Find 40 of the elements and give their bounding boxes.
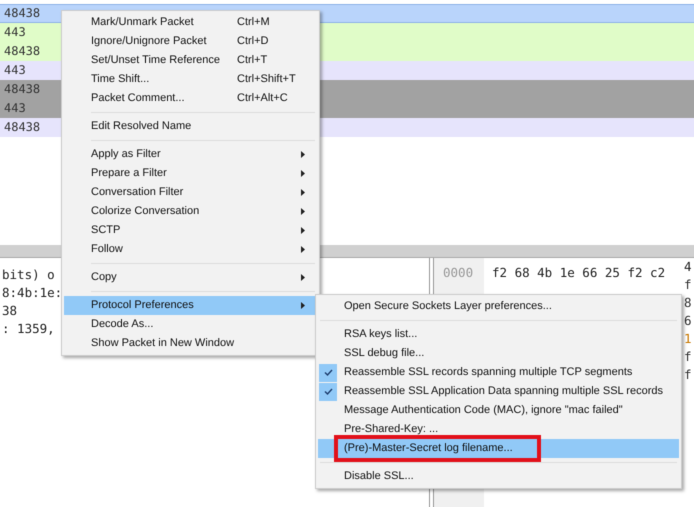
menu-item[interactable]: SSL debug file... [318, 344, 679, 363]
submenu-arrow-icon [301, 302, 305, 309]
menu-item[interactable]: Protocol Preferences [64, 296, 317, 315]
submenu-arrow-icon [301, 208, 305, 215]
menu-item[interactable]: Disable SSL... [318, 467, 679, 486]
menu-item[interactable]: Follow [64, 240, 317, 259]
detail-line: 8:4b:1e: [2, 285, 62, 300]
detail-line: 38 [2, 303, 18, 318]
submenu-arrow-icon [301, 274, 305, 281]
menu-item[interactable]: Conversation Filter [64, 183, 317, 202]
hex-offset: 0000 [443, 265, 474, 280]
submenu-arrow-icon [301, 189, 305, 196]
hex-ascii: f [684, 277, 692, 292]
menu-item[interactable]: Colorize Conversation [64, 202, 317, 221]
hex-bytes: f2 68 4b 1e 66 25 f2 c2 [492, 265, 666, 280]
hex-ascii: 4 [684, 259, 692, 274]
detail-line: bits) o [2, 267, 55, 282]
submenu-arrow-icon [301, 170, 305, 177]
hex-ascii: 8 [684, 295, 692, 310]
menu-item[interactable]: Show Packet in New Window [64, 334, 317, 353]
menu-item[interactable]: Message Authentication Code (MAC), ignore "mac failed" [318, 401, 679, 420]
hex-ascii: 1 [684, 331, 692, 346]
submenu-arrow-icon [301, 246, 305, 253]
hex-ascii: f [684, 367, 692, 382]
detail-line: : 1359, [2, 321, 55, 336]
menu-item[interactable]: Prepare a Filter [64, 164, 317, 183]
menu-item[interactable]: Reassemble SSL Application Data spanning multiple SSL records [318, 382, 679, 401]
menu-item[interactable]: RSA keys list... [318, 325, 679, 344]
menu-item[interactable]: Edit Resolved Name [64, 117, 317, 136]
menu-item[interactable]: Copy [64, 268, 317, 287]
hex-ascii: f [684, 349, 692, 364]
submenu-arrow-icon [301, 227, 305, 234]
submenu-arrow-icon [301, 151, 305, 158]
menu-item[interactable]: SCTP [64, 221, 317, 240]
menu-item[interactable]: Pre-Shared-Key: ... [318, 420, 679, 439]
menu-item[interactable]: Decode As... [64, 315, 317, 334]
menu-item[interactable]: Apply as Filter [64, 145, 317, 164]
hex-ascii: 6 [684, 313, 692, 328]
menu-item[interactable]: Open Secure Sockets Layer preferences... [318, 297, 679, 316]
menu-item[interactable]: Reassemble SSL records spanning multiple TCP segments [318, 363, 679, 382]
